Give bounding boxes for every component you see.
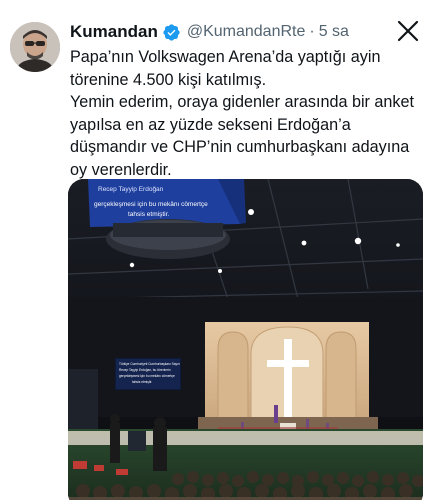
post-timestamp[interactable]: 5 sa xyxy=(319,23,349,41)
arena-scoreboard: Recep Tayyip Erdoğan gerçekleşmesi için … xyxy=(88,179,246,259)
separator-dot: · xyxy=(309,23,315,40)
altar-stage xyxy=(198,322,378,433)
side-screen-text-1: Türkiye Cumhuriyeti Cumhurbaşkanı Sayın xyxy=(119,362,180,366)
tweet-media-video[interactable]: Recep Tayyip Erdoğan gerçekleşmesi için … xyxy=(68,179,423,500)
author-handle[interactable]: @KumandanRte xyxy=(187,23,306,41)
close-x-icon xyxy=(397,20,419,42)
scoreboard-text-1: Recep Tayyip Erdoğan xyxy=(98,186,164,193)
arena-scene-image: Recep Tayyip Erdoğan gerçekleşmesi için … xyxy=(68,179,423,500)
author-name[interactable]: Kumandan xyxy=(70,22,158,42)
close-button[interactable] xyxy=(397,20,419,42)
author-avatar[interactable] xyxy=(10,22,60,72)
side-screen: Türkiye Cumhuriyeti Cumhurbaşkanı Sayın … xyxy=(115,358,181,390)
scoreboard-text-3: tahsis etmiştir. xyxy=(128,211,169,218)
avatar-portrait xyxy=(10,22,60,72)
side-screen-text-2: Recep Tayyip Erdoğan, bu törenlerin xyxy=(119,368,171,372)
side-screen-text-3: gerçekleşmesi için bu mekânı cömertçe xyxy=(119,374,175,378)
tweet-text: Papa’nın Volkswagen Arena’da yaptığı ayi… xyxy=(70,48,415,179)
side-screen-text-4: tahsis etmiştir. xyxy=(132,380,152,384)
tweet-header: Kumandan @KumandanRte · 5 sa xyxy=(70,18,433,46)
tweet-card: Kumandan @KumandanRte · 5 sa Papa’nın Vo… xyxy=(0,0,433,500)
scoreboard-text-2: gerçekleşmesi için bu mekânı cömertçe xyxy=(94,201,208,208)
verified-badge-icon xyxy=(162,23,181,42)
